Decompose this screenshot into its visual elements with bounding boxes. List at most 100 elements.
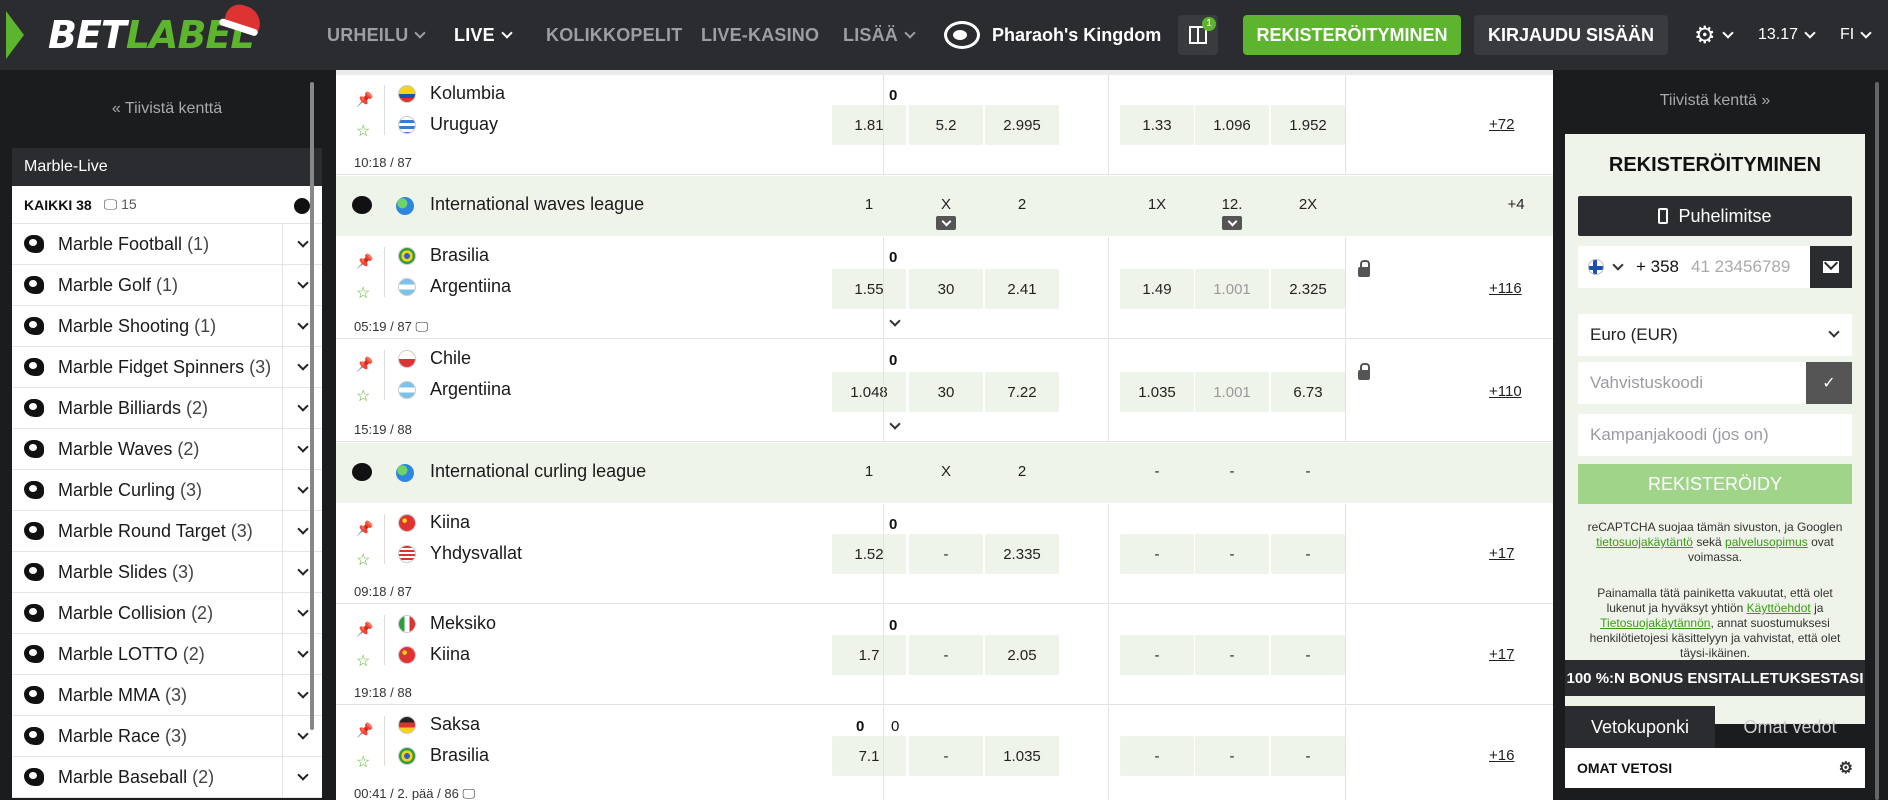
odds-button[interactable]: - [909, 635, 983, 675]
odds-button[interactable]: - [1195, 534, 1269, 574]
expand-button[interactable] [282, 306, 322, 346]
nav-kolikkopelit[interactable]: KOLIKKOPELIT [546, 0, 682, 70]
expand-button[interactable] [282, 388, 322, 428]
sidebar-item-sport[interactable]: Marble Baseball (2) [12, 757, 322, 798]
odds-button[interactable]: 1.001 [1195, 372, 1269, 412]
odds-button[interactable]: 2.335 [985, 534, 1059, 574]
odds-button[interactable]: 1.55 [832, 269, 906, 309]
sidebar-item-sport[interactable]: Marble LOTTO (2) [12, 634, 322, 675]
odds-button[interactable]: 1.035 [1120, 372, 1194, 412]
tab-coupon[interactable]: Vetokuponki [1565, 706, 1715, 748]
expand-button[interactable] [282, 593, 322, 633]
phone-method-button[interactable]: Puhelimitse [1578, 196, 1852, 236]
send-sms-button[interactable] [1810, 246, 1852, 288]
nav-live-kasino[interactable]: LIVE-KASINO [701, 0, 819, 70]
expand-button[interactable] [282, 224, 322, 264]
favorite-star-icon[interactable]: ☆ [356, 752, 370, 772]
nav-lisaa[interactable]: LISÄÄ [843, 0, 916, 70]
odds-button[interactable]: 2.995 [985, 105, 1059, 145]
terms-of-service-link[interactable]: palvelusopimus [1725, 535, 1808, 549]
more-markets-link[interactable]: +72 [1489, 116, 1514, 133]
expand-button[interactable] [282, 265, 322, 305]
favorite-star-icon[interactable]: ☆ [356, 283, 370, 303]
more-markets-link[interactable]: +116 [1489, 280, 1522, 297]
odds-button[interactable]: 5.2 [909, 105, 983, 145]
gift-button[interactable]: 1 [1178, 15, 1218, 55]
pin-icon[interactable]: 📌 [356, 621, 373, 637]
event-row[interactable]: 📌☆SaksaBrasilia010100:41 / 2. pää / 86 🖵… [336, 706, 1553, 800]
tab-my-bets[interactable]: Omat vedot [1715, 706, 1865, 748]
odds-button[interactable]: 1.035 [985, 736, 1059, 776]
more-markets-link[interactable]: +17 [1489, 545, 1514, 562]
currency-select[interactable]: Euro (EUR) [1578, 314, 1852, 356]
more-markets-link[interactable]: +110 [1489, 383, 1522, 400]
sidebar-item-sport[interactable]: Marble Waves (2) [12, 429, 322, 470]
sidebar-item-sport[interactable]: Marble Football (1) [12, 224, 322, 265]
left-scrollbar[interactable] [310, 82, 314, 730]
pin-icon[interactable]: 📌 [356, 722, 373, 738]
collapse-left-button[interactable]: « Tiivistä kenttä [12, 70, 322, 148]
sidebar-item-sport[interactable]: Marble Shooting (1) [12, 306, 322, 347]
sidebar-item-sport[interactable]: Marble Race (3) [12, 716, 322, 757]
expand-button[interactable] [282, 757, 322, 797]
event-row[interactable]: 📌☆ChileArgentiina0015:19 / 881.048307.22… [336, 340, 1553, 442]
sidebar-item-sport[interactable]: Marble Golf (1) [12, 265, 322, 306]
odds-button[interactable]: - [1120, 736, 1194, 776]
collapse-right-button[interactable]: Tiivistä kenttä » [1565, 70, 1865, 132]
odds-button[interactable]: - [1195, 736, 1269, 776]
sidebar-item-sport[interactable]: Marble Curling (3) [12, 470, 322, 511]
chevron-down-icon[interactable] [1612, 258, 1624, 271]
odds-button[interactable]: 2.325 [1271, 269, 1345, 309]
odds-button[interactable]: 1.7 [832, 635, 906, 675]
expand-button[interactable] [282, 470, 322, 510]
expand-button[interactable] [282, 347, 322, 387]
odds-button[interactable]: 1.096 [1195, 105, 1269, 145]
all-filter[interactable]: KAIKKI 38 🖵 15 [12, 186, 322, 224]
verification-code-field[interactable]: Vahvistuskoodi ✓ [1578, 362, 1852, 404]
register-button[interactable]: REKISTERÖITYMINEN [1243, 15, 1461, 55]
language-selector[interactable]: FI [1840, 0, 1872, 70]
verify-check-button[interactable]: ✓ [1806, 362, 1852, 404]
logo[interactable]: BETLABEL [0, 0, 280, 70]
expand-button[interactable] [282, 634, 322, 674]
nav-live[interactable]: LIVE [454, 0, 513, 70]
odds-button[interactable]: 1.001 [1195, 269, 1269, 309]
odds-button[interactable]: 30 [909, 269, 983, 309]
event-row[interactable]: 📌☆BrasiliaArgentiina0005:19 / 87 🖵1.5530… [336, 237, 1553, 339]
login-button[interactable]: KIRJAUDU SISÄÄN [1474, 15, 1668, 55]
odds-button[interactable]: - [1271, 534, 1345, 574]
odds-button[interactable]: - [1271, 736, 1345, 776]
expand-button[interactable] [282, 429, 322, 469]
market-dropdown-button[interactable] [936, 216, 956, 230]
league-header[interactable]: International waves league 1 X 2 1X 12. 2X +4 [336, 176, 1553, 236]
league-header[interactable]: International curling league 1 X 2 - - - [336, 443, 1553, 503]
event-row[interactable]: 📌☆KiinaYhdysvallat0009:18 / 871.52-2.335… [336, 504, 1553, 604]
odds-button[interactable]: - [1120, 534, 1194, 574]
event-row[interactable]: 📌☆KolumbiaUruguay0010:18 / 871.815.22.99… [336, 75, 1553, 175]
nav-urheilu[interactable]: URHEILU [327, 0, 427, 70]
time-selector[interactable]: 13.17 [1758, 0, 1816, 70]
terms-link[interactable]: Käyttöehdot [1747, 601, 1811, 615]
odds-button[interactable]: 2.41 [985, 269, 1059, 309]
expand-button[interactable] [282, 511, 322, 551]
privacy-link[interactable]: Tietosuojakäytännön [1600, 616, 1710, 630]
odds-button[interactable]: 1.49 [1120, 269, 1194, 309]
market-dropdown-button[interactable] [1222, 216, 1242, 230]
odds-button[interactable]: - [909, 736, 983, 776]
promo-link[interactable]: Pharaoh's Kingdom [944, 0, 1161, 70]
right-scrollbar[interactable] [1875, 82, 1879, 800]
odds-button[interactable]: 7.22 [985, 372, 1059, 412]
chevron-down-icon[interactable] [889, 315, 901, 327]
register-submit-button[interactable]: REKISTERÖIDY [1578, 464, 1852, 504]
odds-button[interactable]: - [1271, 635, 1345, 675]
settings-button[interactable]: ⚙ [1694, 0, 1734, 70]
event-row[interactable]: 📌☆MeksikoKiina0019:18 / 881.7-2.05---+17 [336, 605, 1553, 705]
pin-icon[interactable]: 📌 [356, 520, 373, 536]
odds-button[interactable]: 1.81 [832, 105, 906, 145]
sidebar-item-sport[interactable]: Marble Round Target (3) [12, 511, 322, 552]
odds-button[interactable]: 2.05 [985, 635, 1059, 675]
pin-icon[interactable]: 📌 [356, 253, 373, 269]
sidebar-item-sport[interactable]: Marble Fidget Spinners (3) [12, 347, 322, 388]
odds-button[interactable]: - [1195, 635, 1269, 675]
more-markets-link[interactable]: +17 [1489, 646, 1514, 663]
